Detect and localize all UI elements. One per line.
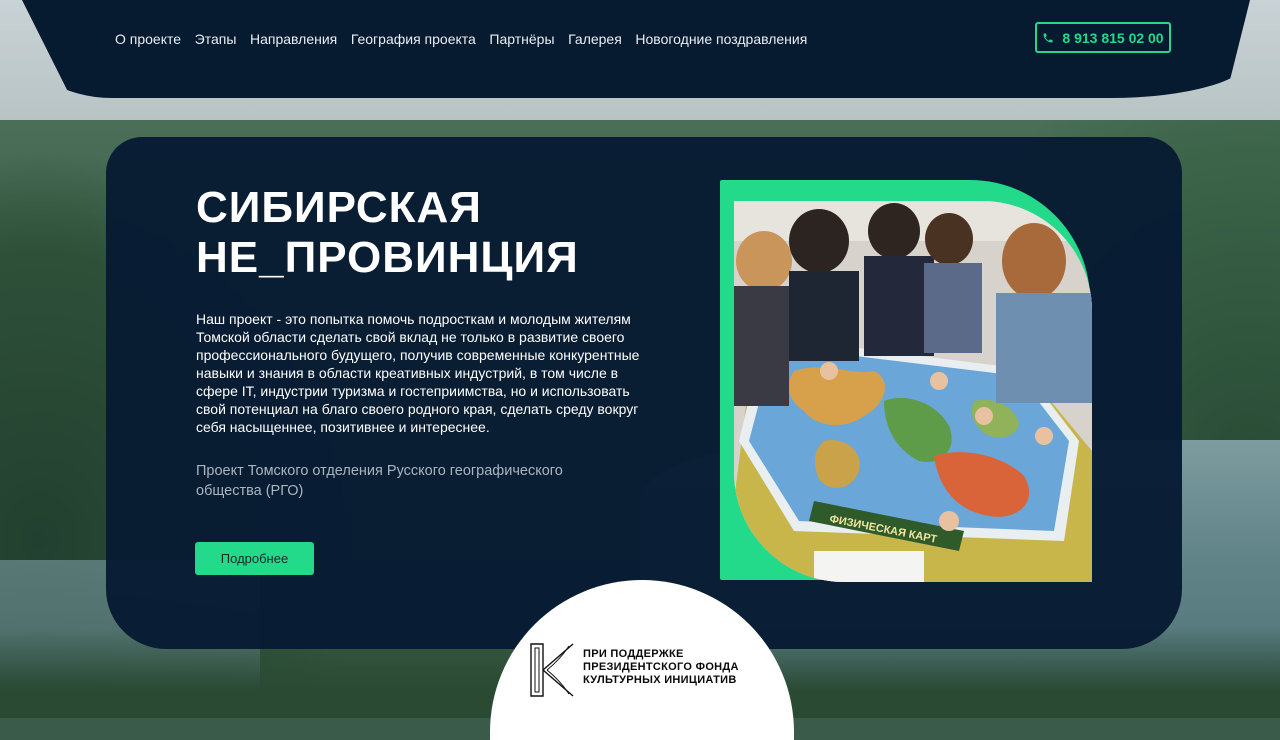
nav-item-geography[interactable]: География проекта [351, 29, 476, 49]
nav-item-directions[interactable]: Направления [250, 29, 337, 49]
sponsor-line1: ПРИ ПОДДЕРЖКЕ [583, 648, 684, 660]
hero-subdescription: Проект Томского отделения Русского геогр… [196, 463, 563, 499]
sponsor-text: ПРИ ПОДДЕРЖКЕ ПРЕЗИДЕНТСКОГО ФОНДА КУЛЬТ… [583, 648, 783, 687]
hero-description: Наш проект - это попытка помочь подростк… [196, 311, 640, 435]
phone-button[interactable]: 8 913 815 02 00 [1035, 22, 1171, 53]
phone-number: 8 913 815 02 00 [1062, 29, 1164, 46]
main-nav: О проекте Этапы Направления География пр… [115, 29, 821, 49]
hero-title: СИБИРСКАЯ НЕ_ПРОВИНЦИЯ [196, 183, 666, 283]
hero-title-line2: НЕ_ПРОВИНЦИЯ [196, 233, 579, 282]
sponsor-line3: КУЛЬТУРНЫХ ИНИЦИАТИВ [583, 674, 737, 686]
more-button[interactable]: Подробнее [195, 542, 314, 575]
nav-item-partners[interactable]: Партнёры [489, 29, 554, 49]
pfki-logo-icon [530, 643, 574, 697]
nav-item-stages[interactable]: Этапы [195, 29, 237, 49]
nav-item-about[interactable]: О проекте [115, 29, 181, 49]
kids-map-illustration: ФИЗИЧЕСКАЯ КАРТ [734, 201, 1092, 582]
hero-photo: ФИЗИЧЕСКАЯ КАРТ [734, 201, 1092, 582]
hero-title-line1: СИБИРСКАЯ [196, 183, 482, 232]
nav-item-gallery[interactable]: Галерея [568, 29, 622, 49]
phone-icon [1043, 33, 1053, 42]
sponsor-line2: ПРЕЗИДЕНТСКОГО ФОНДА [583, 661, 739, 673]
nav-item-new-year-greetings[interactable]: Новогодние поздравления [635, 29, 807, 49]
